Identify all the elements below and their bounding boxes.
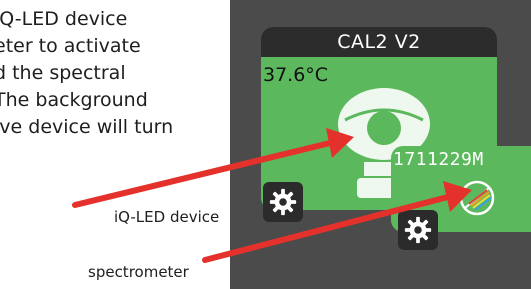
spectrometer-icon bbox=[459, 180, 495, 216]
callout-spectrometer: spectrometer bbox=[88, 263, 189, 281]
instruction-line: ive device will turn bbox=[0, 116, 174, 138]
instruction-text: iQ-LED device eter to activate d the spe… bbox=[0, 6, 173, 141]
instruction-line: The background bbox=[0, 89, 148, 111]
gear-icon bbox=[404, 216, 432, 244]
device-name: CAL2 V2 bbox=[261, 27, 497, 57]
instruction-line: eter to activate bbox=[0, 35, 141, 57]
instruction-line: d the spectral bbox=[0, 62, 126, 84]
device-temperature: 37.6°C bbox=[263, 64, 329, 86]
callout-led-device: iQ-LED device bbox=[114, 208, 220, 226]
spectrometer-settings-button[interactable] bbox=[398, 210, 438, 250]
gear-icon bbox=[269, 188, 297, 216]
iq-led-settings-button[interactable] bbox=[263, 182, 303, 222]
instruction-line: iQ-LED device bbox=[0, 8, 128, 30]
spectrometer-serial: 1711229M bbox=[393, 149, 484, 170]
